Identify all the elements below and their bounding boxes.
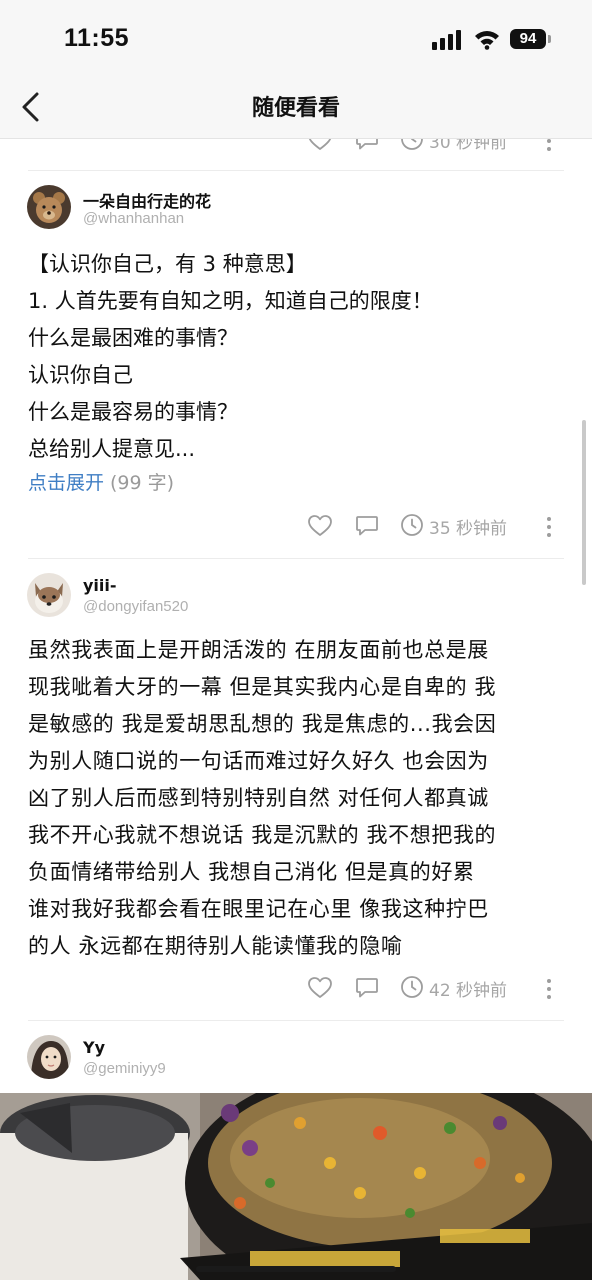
- post-action-bar: 35 秒钟前: [0, 507, 592, 547]
- cellular-signal-icon: [432, 30, 461, 50]
- post-action-bar: 42 秒钟前: [0, 969, 592, 1009]
- person-avatar-image: [27, 1035, 71, 1079]
- avatar[interactable]: [27, 185, 71, 229]
- comment-icon[interactable]: [355, 977, 379, 999]
- dog-avatar-image: [27, 573, 71, 617]
- scrollbar[interactable]: [582, 420, 586, 585]
- avatar[interactable]: [27, 1035, 71, 1079]
- post-divider: [28, 170, 564, 171]
- status-bar: 11:55 94: [0, 0, 592, 76]
- feed-list[interactable]: 30 秒钟前 一朵自由行走的花 @whanhanhan 【认识你自己，有 3 种…: [0, 139, 592, 1280]
- battery-cap: [548, 35, 551, 43]
- avatar[interactable]: [27, 573, 71, 617]
- post-author-name[interactable]: yiii-: [83, 576, 117, 595]
- page-title: 随便看看: [251, 96, 340, 121]
- status-time: 11:55: [64, 24, 130, 52]
- wifi-icon: [475, 31, 499, 50]
- post-author-handle: @dongyifan520: [83, 598, 189, 615]
- post-action-bar: 30 秒钟前: [0, 139, 592, 161]
- clock-icon: [401, 514, 423, 536]
- clock-icon: [401, 976, 423, 998]
- post-author-name[interactable]: 一朵自由行走的花: [83, 188, 211, 212]
- post-time-text: 30 秒钟前: [429, 139, 508, 153]
- post-expand-row: 点击展开 (99 字): [28, 468, 174, 495]
- post-divider: [28, 1020, 564, 1021]
- more-vertical-icon[interactable]: [545, 516, 553, 538]
- post-author-handle: @whanhanhan: [83, 210, 185, 227]
- expand-link[interactable]: 点击展开: [28, 472, 104, 494]
- comment-icon[interactable]: [355, 515, 379, 537]
- post-author-handle: @geminiyy9: [83, 1060, 166, 1077]
- char-count: (99 字): [110, 472, 175, 494]
- heart-icon[interactable]: [308, 977, 332, 999]
- post-author-name[interactable]: Yy: [83, 1038, 105, 1057]
- post-time-text: 35 秒钟前: [429, 519, 508, 539]
- clock-icon: [401, 139, 423, 150]
- comment-icon[interactable]: [355, 139, 379, 151]
- battery-level: 94: [510, 29, 546, 49]
- post-photo[interactable]: [0, 1093, 592, 1280]
- more-vertical-icon[interactable]: [545, 978, 553, 1000]
- post-content: 虽然我表面上是开朗活泼的 在朋友面前也总是展 现我呲着大牙的一幕 但是其实我内心…: [28, 638, 497, 958]
- nav-bar: 随便看看: [0, 76, 592, 139]
- post-content: 【认识你自己，有 3 种意思】 1. 人首先要有自知之明，知道自己的限度！ 什么…: [28, 252, 433, 461]
- fried-rice-photo-image: [0, 1093, 592, 1280]
- heart-icon[interactable]: [308, 515, 332, 537]
- heart-icon[interactable]: [308, 139, 332, 151]
- teddy-bear-avatar-image: [27, 185, 71, 229]
- post-time-text: 42 秒钟前: [429, 981, 508, 1001]
- more-vertical-icon[interactable]: [545, 139, 553, 152]
- home-indicator[interactable]: [196, 1266, 396, 1272]
- post-divider: [28, 558, 564, 559]
